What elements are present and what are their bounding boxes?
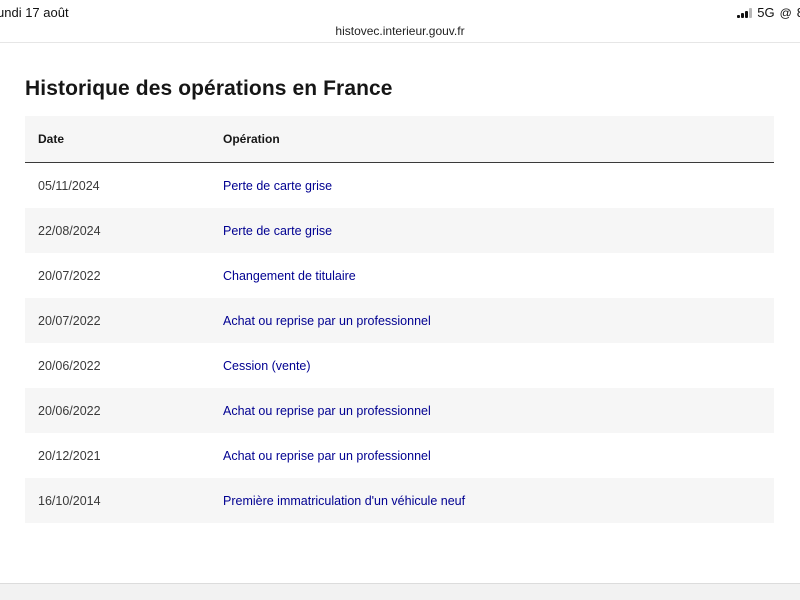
row-date: 16/10/2014 xyxy=(38,493,101,508)
address-bar[interactable]: histovec.interieur.gouv.fr xyxy=(0,24,800,42)
operation-link[interactable]: Changement de titulaire xyxy=(223,269,356,283)
cellular-signal-icon xyxy=(737,7,753,18)
operations-table: Date Opération 05/11/2024 Perte de carte… xyxy=(25,116,774,523)
row-date: 20/06/2022 xyxy=(38,403,101,418)
page-content: Historique des opérations en France Date… xyxy=(0,42,800,584)
table-row: 20/07/2022 Changement de titulaire xyxy=(25,253,774,298)
operation-link[interactable]: Achat ou reprise par un professionnel xyxy=(223,404,431,418)
table-row: 22/08/2024 Perte de carte grise xyxy=(25,208,774,253)
operation-link[interactable]: Achat ou reprise par un professionnel xyxy=(223,314,431,328)
operation-link[interactable]: Perte de carte grise xyxy=(223,179,332,193)
page-title: Historique des opérations en France xyxy=(25,77,393,100)
row-date: 20/07/2022 xyxy=(38,313,101,328)
table-header: Date Opération xyxy=(25,116,774,163)
operation-link[interactable]: Première immatriculation d'un véhicule n… xyxy=(223,494,465,508)
operation-link[interactable]: Perte de carte grise xyxy=(223,224,332,238)
url-text: histovec.interieur.gouv.fr xyxy=(335,24,465,38)
table-body: 05/11/2024 Perte de carte grise 22/08/20… xyxy=(25,163,774,523)
status-indicators: 5G @ 8 xyxy=(737,5,800,20)
row-date: 20/06/2022 xyxy=(38,358,101,373)
column-header-operation: Opération xyxy=(223,132,280,146)
table-row: 16/10/2014 Première immatriculation d'un… xyxy=(25,478,774,523)
operation-link[interactable]: Achat ou reprise par un professionnel xyxy=(223,449,431,463)
row-date: 22/08/2024 xyxy=(38,223,101,238)
table-row: 20/06/2022 Achat ou reprise par un profe… xyxy=(25,388,774,433)
status-bar: undi 17 août 5G @ 8 xyxy=(0,0,800,24)
table-row: 20/07/2022 Achat ou reprise par un profe… xyxy=(25,298,774,343)
status-date: undi 17 août xyxy=(0,5,69,20)
row-date: 20/12/2021 xyxy=(38,448,101,463)
location-lock-icon: @ xyxy=(779,5,792,20)
column-header-date: Date xyxy=(38,132,65,146)
row-date: 05/11/2024 xyxy=(38,178,100,193)
row-date: 20/07/2022 xyxy=(38,268,101,283)
table-row: 20/06/2022 Cession (vente) xyxy=(25,343,774,388)
table-row: 20/12/2021 Achat ou reprise par un profe… xyxy=(25,433,774,478)
operation-link[interactable]: Cession (vente) xyxy=(223,359,311,373)
network-type: 5G xyxy=(757,5,775,20)
table-row: 05/11/2024 Perte de carte grise xyxy=(25,163,774,208)
